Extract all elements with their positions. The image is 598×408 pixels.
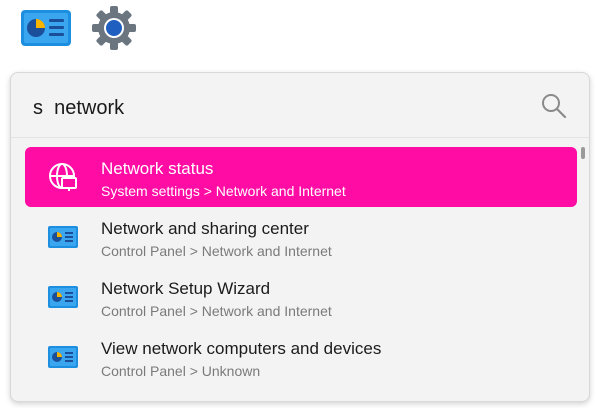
result-item-view-network-computers[interactable]: View network computers and devices Contr… [25,327,577,387]
search-bar[interactable]: s network [11,73,589,138]
search-icon[interactable] [541,93,567,119]
result-item-network-setup-wizard[interactable]: Network Setup Wizard Control Panel > Net… [25,267,577,327]
result-item-network-sharing-center[interactable]: Network and sharing center Control Panel… [25,207,577,267]
control-panel-icon [47,342,79,372]
control-panel-icon[interactable] [20,4,72,52]
results-list: Network status System settings > Network… [25,147,577,387]
result-subtitle: Control Panel > Network and Internet [101,243,332,259]
settings-gear-icon[interactable] [88,4,140,52]
results-scrollbar[interactable] [581,147,585,159]
globe-icon [47,162,79,192]
control-panel-icon [47,282,79,312]
result-subtitle: Control Panel > Network and Internet [101,303,332,319]
result-item-network-status[interactable]: Network status System settings > Network… [25,147,577,207]
result-subtitle: Control Panel > Unknown [101,363,261,379]
top-app-icons [20,4,140,52]
control-panel-icon [47,222,79,252]
search-panel: s network Network status System settings… [10,72,590,402]
result-title: Network status [101,159,214,178]
result-title: Network and sharing center [101,219,309,238]
result-title: View network computers and devices [101,339,382,358]
result-title: Network Setup Wizard [101,279,271,298]
search-input[interactable]: s network [33,97,124,120]
result-subtitle: System settings > Network and Internet [101,183,346,199]
